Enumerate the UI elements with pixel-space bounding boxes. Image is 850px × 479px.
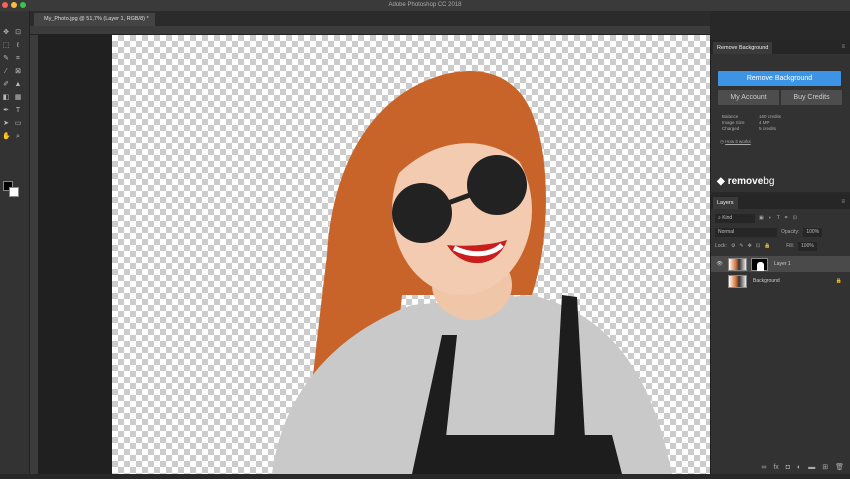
lock-icons[interactable]: ⚙✎✥⊡🔒: [731, 243, 774, 249]
minimize-button[interactable]: [11, 2, 17, 8]
charged-row: Charged 5 credits: [722, 126, 777, 131]
panel-menu-icon[interactable]: ≡: [841, 199, 845, 205]
horizontal-ruler: [30, 26, 710, 35]
remove-background-panel: Remove Background ≡ Remove Background My …: [710, 40, 850, 192]
zoom-tool-icon[interactable]: ⌕: [14, 133, 22, 140]
lock-label: Lock:: [715, 243, 727, 249]
pasteboard: [38, 35, 112, 474]
stamp-tool-icon[interactable]: ▲: [14, 81, 22, 88]
lasso-tool-icon[interactable]: ℓ: [14, 42, 22, 49]
opacity-field[interactable]: 100%: [803, 227, 823, 237]
adjustment-icon[interactable]: ◐: [797, 464, 801, 471]
layer-row[interactable]: 👁 Layer 1: [711, 256, 850, 272]
close-button[interactable]: [2, 2, 8, 8]
hand-tool-icon[interactable]: ✋: [2, 133, 11, 140]
gradient-tool-icon[interactable]: ▦: [14, 94, 22, 101]
artboard-tool-icon[interactable]: ⊡: [14, 29, 22, 36]
blend-mode-select[interactable]: Normal: [715, 227, 777, 237]
layer-name: Layer 1: [774, 261, 791, 267]
sunglasses-left: [392, 183, 452, 243]
eyedropper-icon[interactable]: ⁄: [2, 68, 10, 75]
document-tab[interactable]: My_Photo.jpg @ 51,7% (Layer 1, RGB/8) *: [34, 13, 155, 26]
remove-background-tab[interactable]: Remove Background: [713, 42, 773, 54]
mask-icon[interactable]: ◘: [786, 464, 790, 471]
background-color-swatch[interactable]: [9, 187, 19, 197]
shape-tool-icon[interactable]: ▭: [14, 120, 22, 127]
zoom-button[interactable]: [20, 2, 26, 8]
my-account-button[interactable]: My Account: [718, 90, 779, 105]
visibility-eye-icon[interactable]: 👁: [711, 261, 728, 267]
buy-credits-button[interactable]: Buy Credits: [781, 90, 842, 105]
trash-icon[interactable]: 🗑: [835, 463, 844, 471]
eraser-tool-icon[interactable]: ◧: [2, 94, 10, 101]
link-icon[interactable]: ∞: [761, 464, 766, 471]
fill-field[interactable]: 100%: [798, 241, 817, 251]
fx-icon[interactable]: fx: [773, 464, 778, 471]
layers-logo-icon: ◆: [717, 176, 725, 187]
title-bar: Adobe Photoshop CC 2018: [0, 0, 850, 11]
brush-tool-icon[interactable]: ✐: [2, 81, 10, 88]
canvas[interactable]: [112, 35, 710, 474]
new-layer-icon[interactable]: ⊞: [822, 463, 828, 471]
move-tool-icon[interactable]: ✥: [2, 29, 10, 36]
layer-filter-select[interactable]: ⌕ Kind: [715, 213, 755, 223]
folder-icon[interactable]: ▬: [808, 464, 815, 471]
sunglasses-right: [467, 155, 527, 215]
layer-name: Background: [753, 278, 780, 284]
removebg-logo: ◆ removebg: [717, 176, 775, 187]
filter-icons: ▣◐T⌗⊡: [759, 215, 802, 221]
layer-thumbnail: [728, 257, 747, 271]
layers-panel: Layers ≡ ⌕ Kind ▣◐T⌗⊡ Normal Opacity: 100% L…: [710, 195, 850, 474]
toolbar: ✥ ⊡ ⬚ ℓ ✎ ⌗ ⁄ ⊠ ✐ ▲ ◧ ▦ ✒ T ➤ ▭ ✋ ⌕: [0, 11, 30, 474]
layer-mask-thumbnail[interactable]: [751, 257, 768, 271]
type-tool-icon[interactable]: T: [14, 107, 22, 114]
app-title: Adobe Photoshop CC 2018: [388, 2, 462, 8]
marquee-tool-icon[interactable]: ⬚: [2, 42, 10, 49]
lock-icon: 🔒: [835, 278, 842, 284]
quick-select-icon[interactable]: ✎: [2, 55, 10, 62]
vertical-ruler: [30, 35, 38, 474]
frame-tool-icon[interactable]: ⊠: [14, 68, 22, 75]
pen-tool-icon[interactable]: ✒: [2, 107, 10, 114]
layer-thumbnail: [728, 274, 747, 288]
balance-row: Balance 160 credits: [722, 114, 782, 119]
help-link[interactable]: ◷ How it works: [720, 139, 751, 145]
layers-tab[interactable]: Layers: [713, 197, 738, 209]
layers-footer: ∞ fx ◘ ◐ ▬ ⊞ 🗑: [711, 460, 850, 474]
fill-label: Fill:: [786, 243, 795, 249]
remove-background-button[interactable]: Remove Background: [718, 71, 841, 86]
layer-row[interactable]: Background 🔒: [711, 273, 850, 289]
opacity-label: Opacity:: [781, 229, 800, 235]
path-select-icon[interactable]: ➤: [2, 120, 10, 127]
crop-tool-icon[interactable]: ⌗: [14, 55, 22, 62]
image-size-row: Image Size 4 MP: [722, 120, 770, 125]
panel-menu-icon[interactable]: ≡: [841, 44, 845, 50]
document-tabs: My_Photo.jpg @ 51,7% (Layer 1, RGB/8) *: [30, 11, 710, 26]
cutout-photo: [272, 71, 672, 474]
